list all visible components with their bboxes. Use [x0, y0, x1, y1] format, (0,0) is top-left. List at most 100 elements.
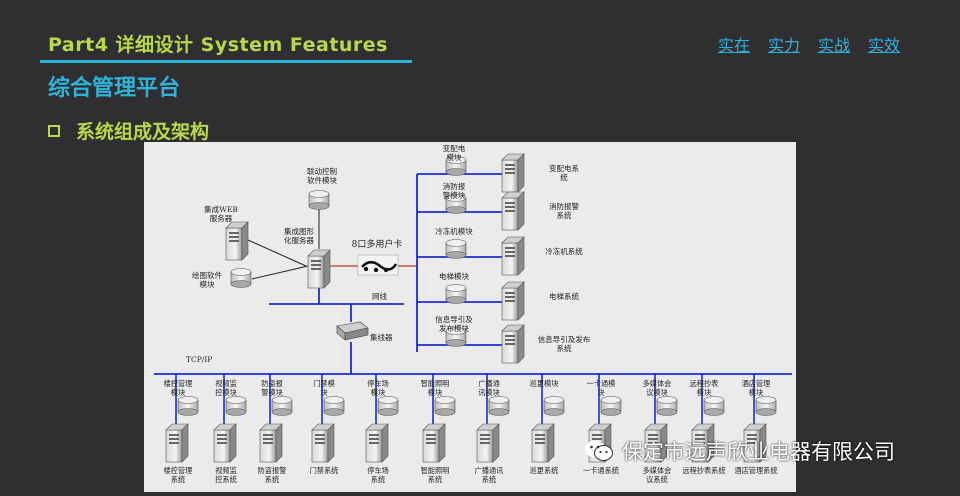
bottom-subsystem-2: 视频监控模块视频监控系统 — [213, 374, 247, 484]
integrated-server-label: 集成图形化服务器 — [284, 226, 314, 245]
server-tower-icon — [501, 153, 525, 193]
database-cylinder-icon — [755, 396, 777, 416]
bottom-system-label: 门禁系统 — [310, 466, 339, 475]
bullet-box-icon — [48, 124, 60, 137]
network-hub: 集线器 — [336, 321, 393, 342]
server-tower-icon — [501, 191, 525, 231]
right-subsystem-3: 冷冻机模块冷冻机系统 — [417, 226, 583, 276]
right-subsystem-5: 信息导引及发布模块信息导引及发布系统 — [417, 314, 591, 364]
server-tower-icon — [476, 423, 500, 463]
bottom-subsystem-1: 楼控管理模块楼控管理系统 — [164, 374, 199, 484]
server-tower-icon — [225, 221, 249, 261]
page-subtitle: 综合管理平台 — [48, 76, 181, 101]
server-tower-icon — [365, 423, 389, 463]
bottom-module-label: 门禁模块 — [313, 379, 335, 397]
bottom-system-label: 视频监控系统 — [215, 466, 237, 484]
database-cylinder-icon — [308, 190, 330, 210]
bottom-system-label: 停车场系统 — [367, 466, 389, 484]
database-cylinder-icon — [271, 396, 293, 416]
server-tower-icon — [311, 423, 335, 463]
bottom-subsystem-4: 门禁模块门禁系统 — [310, 374, 345, 475]
bottom-module-label: 远程抄表模块 — [690, 379, 719, 397]
bottom-subsystems: 楼控管理模块楼控管理系统视频监控模块视频监控系统防盗报警模块防盗报警系统门禁模块… — [164, 374, 778, 484]
integrated-graphic-server: 集成图形化服务器 — [284, 226, 331, 289]
header-title: Part4 详细设计 System Features — [48, 34, 388, 56]
right-subsystems: 变配电模块变配电系统消防报警模块消防报警系统冷冻机模块冷冻机系统电梯模块电梯系统… — [417, 143, 591, 364]
database-cylinder-icon — [225, 396, 247, 416]
bottom-system-label: 一卡通系统 — [583, 466, 619, 475]
web-server-label: 集成WEB 服务器 — [204, 204, 238, 223]
bottom-subsystem-8: 巡更模块巡更系统 — [530, 374, 565, 475]
bottom-system-label: 巡更系统 — [530, 466, 559, 475]
database-cylinder-icon — [703, 396, 725, 416]
right-module-label: 信息导引及发布模块 — [435, 314, 473, 333]
drawing-module-label: 绘图软件模块 — [192, 270, 222, 289]
bottom-system-label: 广播通讯系统 — [475, 466, 504, 484]
slogan-group: 实在 实力 实战 实效 — [718, 32, 900, 56]
database-cylinder-icon — [230, 268, 252, 288]
server-tower-icon — [501, 281, 525, 321]
right-subsystem-1: 变配电模块变配电系统 — [417, 143, 579, 193]
link-drawing-server — [251, 265, 309, 280]
server-tower-icon — [501, 324, 525, 364]
watermark-text: 保定市远声欣业电器有限公司 — [622, 440, 895, 464]
bottom-module-label: 酒店管理模块 — [742, 379, 771, 397]
server-tower-icon — [165, 423, 189, 463]
section-heading: 系统组成及架构 — [48, 117, 209, 144]
right-subsystem-4: 电梯模块电梯系统 — [417, 271, 579, 321]
multi-card-label: 8口多用户卡 — [352, 238, 403, 250]
bottom-subsystem-7: 广播通讯模块广播通讯系统 — [475, 374, 510, 484]
server-tower-icon — [259, 423, 283, 463]
slogan-2[interactable]: 实力 — [768, 32, 800, 56]
bottom-system-label: 智能照明系统 — [421, 466, 450, 484]
right-system-label: 信息导引及发布系统 — [538, 334, 591, 353]
database-cylinder-icon — [488, 396, 510, 416]
right-module-label: 电梯模块 — [439, 271, 469, 281]
header-underline — [40, 60, 412, 63]
bottom-module-label: 一卡通模块 — [587, 379, 616, 397]
database-cylinder-icon — [377, 396, 399, 416]
slogan-4[interactable]: 实效 — [868, 32, 900, 56]
drawing-software-module: 绘图软件模块 — [192, 268, 252, 289]
bottom-module-label: 楼控管理模块 — [164, 379, 193, 397]
right-module-label: 冷冻机模块 — [435, 226, 473, 236]
right-system-label: 电梯系统 — [549, 291, 579, 301]
database-cylinder-icon — [445, 284, 467, 304]
slogan-1[interactable]: 实在 — [718, 32, 750, 56]
linkage-control-module: 联动控制软件模块 — [307, 166, 337, 210]
bottom-module-label: 巡更模块 — [530, 379, 559, 388]
section-heading-text: 系统组成及架构 — [76, 121, 210, 143]
database-cylinder-icon — [656, 396, 678, 416]
bottom-system-label: 酒店管理系统 — [734, 466, 777, 475]
bottom-system-label: 防盗报警系统 — [258, 466, 287, 484]
database-cylinder-icon — [445, 239, 467, 259]
database-cylinder-icon — [434, 396, 456, 416]
watermark: 保定市远声欣业电器有限公司 — [584, 436, 895, 466]
bottom-module-label: 停车场模块 — [367, 379, 389, 397]
bottom-subsystem-3: 防盗报警模块防盗报警系统 — [258, 374, 293, 484]
bottom-system-label: 多媒体会议系统 — [643, 466, 672, 484]
server-tower-icon — [422, 423, 446, 463]
bottom-system-label: 楼控管理系统 — [164, 466, 193, 484]
bottom-system-label: 远程抄表系统 — [682, 466, 725, 475]
wechat-icon — [585, 440, 613, 461]
bottom-module-label: 多媒体会议模块 — [643, 379, 672, 397]
bottom-subsystem-10: 多媒体会议模块多媒体会议系统 — [643, 374, 678, 484]
slogan-3[interactable]: 实战 — [818, 32, 850, 56]
bottom-module-label: 广播通讯模块 — [478, 379, 500, 397]
right-subsystem-2: 消防报警模块消防报警系统 — [417, 181, 579, 231]
right-system-label: 消防报警系统 — [549, 201, 579, 220]
right-module-label: 消防报警模块 — [443, 181, 466, 200]
database-cylinder-icon — [323, 396, 345, 416]
database-cylinder-icon — [177, 396, 199, 416]
server-tower-icon — [213, 423, 237, 463]
right-system-label: 变配电系统 — [549, 163, 579, 182]
right-system-label: 冷冻机系统 — [545, 246, 583, 256]
hub-label: 集线器 — [370, 332, 393, 342]
linkage-control-label: 联动控制软件模块 — [307, 166, 337, 185]
bottom-subsystem-6: 智能照明模块智能照明系统 — [421, 374, 456, 484]
bottom-subsystem-5: 停车场模块停车场系统 — [365, 374, 399, 484]
bottom-module-label: 视频监控模块 — [215, 379, 237, 397]
server-tower-icon — [307, 249, 331, 289]
tcpip-label: TCP/IP — [186, 355, 212, 364]
